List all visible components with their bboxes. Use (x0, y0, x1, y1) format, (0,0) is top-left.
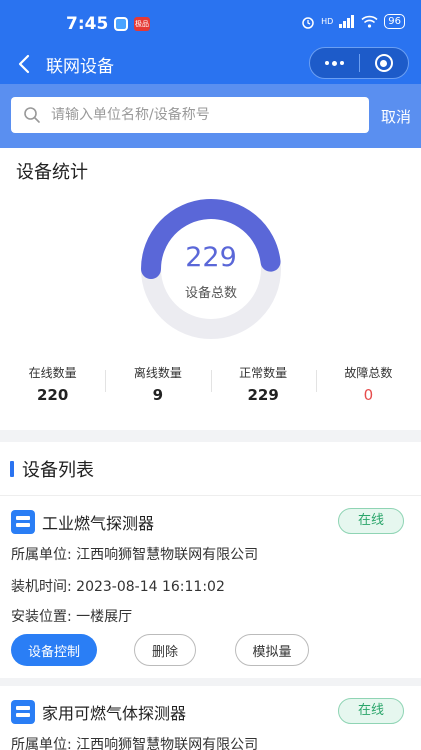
title-bar: 联网设备 (0, 44, 421, 84)
cancel-button[interactable]: 取消 (381, 106, 411, 127)
section-accent-bar (10, 460, 14, 477)
search-area: 取消 (0, 84, 421, 148)
stat-fault: 故障总数 0 (315, 364, 421, 404)
total-count: 229 (185, 242, 237, 273)
device-control-button[interactable]: 设备控制 (11, 634, 97, 666)
device-unit-line: 所属单位: 江西响狮智慧物联网有限公司 (11, 544, 258, 564)
stats-card: 设备统计 229 设备总数 在线数量 220 离线数量 9 正常数量 229 故… (0, 148, 421, 430)
stat-row: 在线数量 220 离线数量 9 正常数量 229 故障总数 0 (0, 364, 421, 404)
device-item[interactable]: 家用可燃气体探测器 在线 所属单位: 江西响狮智慧物联网有限公司 (0, 686, 421, 750)
status-badge: 在线 (338, 698, 404, 724)
unit-value: 江西响狮智慧物联网有限公司 (76, 547, 259, 563)
stat-value: 9 (152, 386, 164, 404)
mini-program-capsule (309, 47, 409, 79)
status-badge: 在线 (338, 508, 404, 534)
stat-value: 229 (247, 386, 279, 404)
unit-value: 江西响狮智慧物联网有限公司 (76, 737, 259, 750)
page-title: 联网设备 (46, 57, 114, 77)
stat-value: 0 (363, 386, 374, 404)
stat-offline: 离线数量 9 (105, 364, 210, 404)
hd-label: HD (321, 17, 334, 26)
alarm-icon (302, 16, 314, 29)
status-time: 7:45 (66, 14, 109, 34)
unit-label: 所属单位: (11, 547, 72, 563)
device-item[interactable]: 工业燃气探测器 在线 所属单位: 江西响狮智慧物联网有限公司 装机时间: 202… (0, 496, 421, 686)
stat-label: 离线数量 (133, 366, 182, 380)
device-unit-line: 所属单位: 江西响狮智慧物联网有限公司 (11, 734, 258, 750)
device-name: 家用可燃气体探测器 (42, 704, 187, 723)
more-button[interactable] (310, 48, 359, 78)
location-label: 安装位置: (11, 609, 72, 625)
device-name: 工业燃气探测器 (42, 514, 155, 533)
stat-label: 在线数量 (28, 366, 77, 380)
unit-label: 所属单位: (11, 737, 72, 750)
stat-normal: 正常数量 229 (210, 364, 316, 404)
stat-label: 正常数量 (239, 366, 288, 380)
location-value: 一楼展厅 (76, 609, 133, 625)
battery-icon: 96 (384, 14, 405, 29)
search-input[interactable] (51, 107, 351, 123)
device-list-card: 设备列表 工业燃气探测器 在线 所属单位: 江西响狮智慧物联网有限公司 装机时间… (0, 442, 421, 750)
app-badge-icon: 极品 (134, 17, 150, 31)
wifi-icon (361, 15, 378, 28)
install-value: 2023-08-14 16:11:02 (76, 579, 225, 595)
device-list-title: 设备列表 (22, 459, 94, 481)
total-label: 设备总数 (184, 286, 237, 301)
install-label: 装机时间: (11, 579, 72, 595)
stat-label: 故障总数 (344, 366, 393, 380)
search-box[interactable] (11, 97, 369, 133)
search-icon (24, 107, 40, 123)
stats-title: 设备统计 (16, 162, 88, 183)
close-mini-program-button[interactable] (360, 48, 409, 78)
signal-icon (339, 15, 355, 28)
simulate-button[interactable]: 模拟量 (235, 634, 309, 666)
device-list-header: 设备列表 (0, 442, 421, 496)
device-server-icon (11, 700, 35, 724)
delete-button[interactable]: 删除 (134, 634, 196, 666)
target-circle-icon (374, 54, 393, 72)
stat-online: 在线数量 220 (0, 364, 105, 404)
status-bar: 7:45 极品 HD 96 (0, 0, 421, 44)
back-arrow-icon[interactable] (14, 52, 36, 76)
stat-value: 220 (36, 386, 69, 404)
device-install-line: 装机时间: 2023-08-14 16:11:02 (11, 576, 225, 596)
device-location-line: 安装位置: 一楼展厅 (11, 606, 132, 626)
more-dots-icon (324, 60, 344, 66)
app-notification-icon (114, 17, 128, 31)
status-icons: HD 96 (301, 14, 405, 29)
device-server-icon (11, 510, 35, 534)
